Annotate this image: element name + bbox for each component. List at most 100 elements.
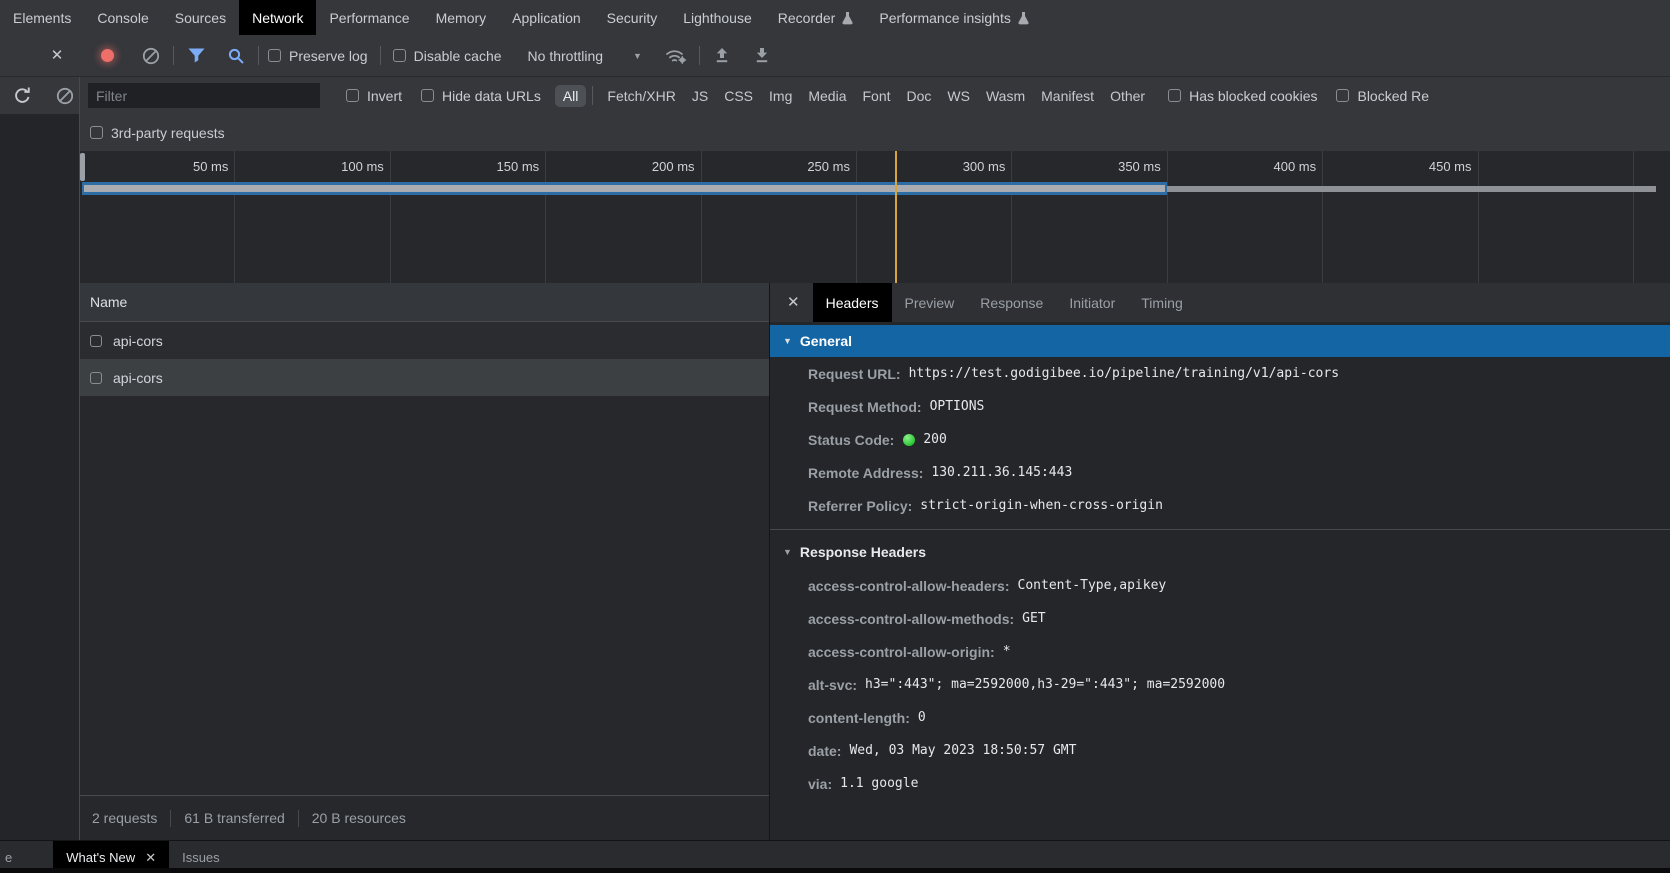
hide-data-urls-checkbox[interactable]: [421, 89, 434, 102]
import-har-button[interactable]: [709, 43, 735, 69]
filter-divider: [592, 86, 593, 105]
tab-preview[interactable]: Preview: [892, 283, 968, 322]
tab-headers[interactable]: Headers: [813, 283, 892, 322]
header-name: Status Code:: [808, 432, 894, 448]
request-checkbox[interactable]: [90, 372, 102, 384]
tab-elements[interactable]: Elements: [0, 0, 84, 35]
block-requests-button[interactable]: [52, 83, 78, 109]
tab-performance-insights[interactable]: Performance insights: [866, 0, 1042, 35]
has-blocked-cookies-checkbox[interactable]: [1168, 89, 1181, 102]
panel-tabbar: Elements Console Sources Network Perform…: [0, 0, 1670, 35]
tab-recorder[interactable]: Recorder: [765, 0, 867, 35]
status-ok-icon: [903, 434, 915, 446]
type-chip-fetch-xhr[interactable]: Fetch/XHR: [599, 85, 683, 107]
search-button[interactable]: [223, 43, 249, 69]
left-gutter: [0, 114, 80, 840]
header-value: GET: [1022, 611, 1045, 626]
filter-bar: Invert Hide data URLs All Fetch/XHR JS C…: [0, 77, 1670, 114]
header-name: content-length:: [808, 710, 910, 726]
tab-application[interactable]: Application: [499, 0, 594, 35]
type-chip-font[interactable]: Font: [855, 85, 899, 107]
timeline-ruler: 50 ms 100 ms 150 ms 200 ms 250 ms 300 ms…: [80, 151, 1670, 283]
preserve-log-toggle[interactable]: Preserve log: [268, 48, 368, 64]
network-conditions-button[interactable]: [664, 43, 690, 69]
refresh-icon: [13, 86, 32, 105]
third-party-checkbox[interactable]: [90, 126, 103, 139]
type-chip-all[interactable]: All: [555, 85, 587, 107]
has-blocked-cookies-toggle[interactable]: Has blocked cookies: [1168, 88, 1317, 104]
header-name: Referrer Policy:: [808, 498, 912, 514]
ruler-cell: 250 ms: [702, 151, 857, 283]
type-chip-wasm[interactable]: Wasm: [978, 85, 1033, 107]
clear-network-log-button[interactable]: [138, 43, 164, 69]
network-conditions-icon: [665, 47, 688, 65]
ruler-cell: [1479, 151, 1634, 283]
hide-data-urls-toggle[interactable]: Hide data URLs: [421, 88, 541, 104]
preserve-log-checkbox[interactable]: [268, 49, 281, 62]
blocked-requests-checkbox[interactable]: [1336, 89, 1349, 102]
ruler-cell: 150 ms: [391, 151, 546, 283]
block-icon: [56, 87, 74, 105]
type-chip-ws[interactable]: WS: [939, 85, 978, 107]
throttling-select[interactable]: No throttling: [528, 48, 603, 64]
header-row: date: Wed, 03 May 2023 18:50:57 GMT: [770, 734, 1670, 767]
invert-checkbox[interactable]: [346, 89, 359, 102]
request-checkbox[interactable]: [90, 335, 102, 347]
tab-memory[interactable]: Memory: [423, 0, 500, 35]
ruler-cell: [1634, 151, 1670, 283]
tab-lighthouse[interactable]: Lighthouse: [670, 0, 765, 35]
tab-sources[interactable]: Sources: [162, 0, 239, 35]
export-har-button[interactable]: [749, 43, 775, 69]
filter-toggle-button[interactable]: [183, 43, 209, 69]
bottom-edge: [0, 868, 1670, 873]
general-section-header[interactable]: ▼ General: [770, 325, 1670, 357]
disable-cache-checkbox[interactable]: [393, 49, 406, 62]
invert-label: Invert: [367, 88, 402, 104]
header-name: Request URL:: [808, 366, 901, 382]
overview-selection-band[interactable]: [82, 182, 1167, 195]
tab-performance[interactable]: Performance: [316, 0, 422, 35]
chevron-down-icon[interactable]: ▼: [633, 51, 642, 61]
close-details-button[interactable]: ✕: [770, 283, 813, 322]
upload-icon: [715, 48, 729, 63]
type-chip-manifest[interactable]: Manifest: [1033, 85, 1102, 107]
type-chip-img[interactable]: Img: [761, 85, 800, 107]
name-column-header[interactable]: Name: [80, 283, 769, 322]
close-devtools-button[interactable]: ✕: [44, 43, 70, 69]
tab-network[interactable]: Network: [239, 0, 316, 35]
type-chip-other[interactable]: Other: [1102, 85, 1153, 107]
ruler-cell: 100 ms: [235, 151, 390, 283]
request-name: api-cors: [113, 370, 163, 386]
tab-console[interactable]: Console: [84, 0, 161, 35]
table-row[interactable]: api-cors: [80, 359, 769, 396]
tick-label: 300 ms: [963, 151, 1006, 182]
invert-toggle[interactable]: Invert: [346, 88, 402, 104]
header-value: 0: [918, 710, 926, 725]
refresh-button[interactable]: [9, 83, 35, 109]
timeline-overview[interactable]: 50 ms 100 ms 150 ms 200 ms 250 ms 300 ms…: [80, 151, 1670, 283]
header-row: access-control-allow-headers: Content-Ty…: [770, 569, 1670, 602]
third-party-toggle[interactable]: 3rd-party requests: [90, 125, 225, 141]
blocked-requests-toggle[interactable]: Blocked Re: [1336, 88, 1429, 104]
filter-funnel-icon: [188, 48, 205, 63]
response-headers-section-header[interactable]: ▼ Response Headers: [770, 535, 1670, 569]
type-chip-css[interactable]: CSS: [716, 85, 761, 107]
tab-security[interactable]: Security: [594, 0, 671, 35]
toolbar-divider: [258, 46, 259, 65]
record-network-log-button[interactable]: [94, 43, 120, 69]
header-name: via:: [808, 776, 832, 792]
tab-response[interactable]: Response: [967, 283, 1056, 322]
type-chip-js[interactable]: JS: [684, 85, 716, 107]
type-chip-doc[interactable]: Doc: [899, 85, 940, 107]
tab-timing[interactable]: Timing: [1128, 283, 1196, 322]
table-row[interactable]: api-cors: [80, 322, 769, 359]
type-chip-media[interactable]: Media: [800, 85, 854, 107]
disable-cache-toggle[interactable]: Disable cache: [393, 48, 502, 64]
tab-initiator[interactable]: Initiator: [1056, 283, 1128, 322]
request-name: api-cors: [113, 333, 163, 349]
close-icon[interactable]: ✕: [145, 851, 156, 864]
filter-input[interactable]: [88, 83, 320, 108]
overview-drag-handle[interactable]: [80, 153, 85, 181]
toolbar-divider: [380, 46, 381, 65]
header-name: access-control-allow-origin:: [808, 644, 995, 660]
